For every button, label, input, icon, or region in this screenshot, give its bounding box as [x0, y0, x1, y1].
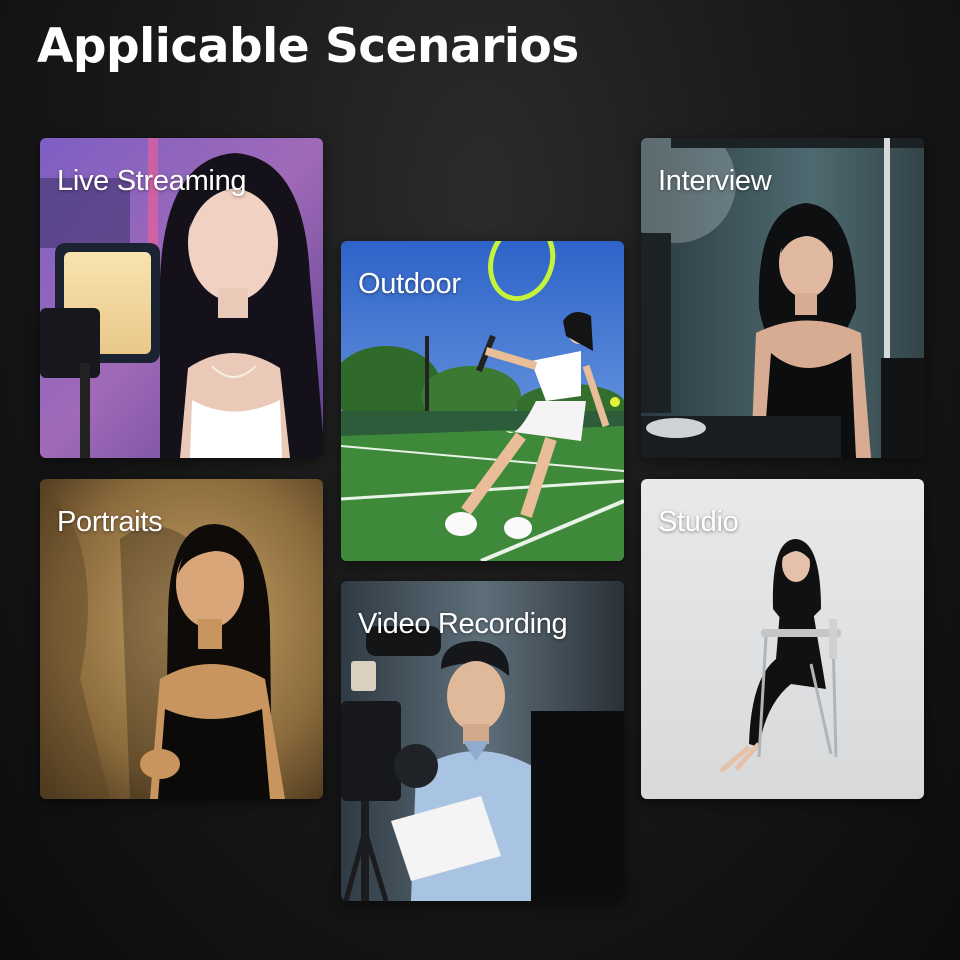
scenario-card-live-streaming[interactable]: Live Streaming — [40, 138, 323, 458]
card-label-live-streaming: Live Streaming — [57, 165, 247, 197]
page-title: Applicable Scenarios — [37, 19, 579, 74]
scenario-card-studio[interactable]: Studio — [641, 479, 924, 799]
card-label-video-recording: Video Recording — [358, 608, 568, 640]
scenario-card-outdoor[interactable]: Outdoor — [341, 241, 624, 561]
scenario-card-video-recording[interactable]: Video Recording — [341, 581, 624, 901]
card-label-studio: Studio — [658, 506, 739, 538]
card-label-outdoor: Outdoor — [358, 268, 461, 300]
scenario-card-interview[interactable]: Interview — [641, 138, 924, 458]
card-label-portraits: Portraits — [57, 506, 163, 538]
scenario-card-portraits[interactable]: Portraits — [40, 479, 323, 799]
card-label-interview: Interview — [658, 165, 772, 197]
